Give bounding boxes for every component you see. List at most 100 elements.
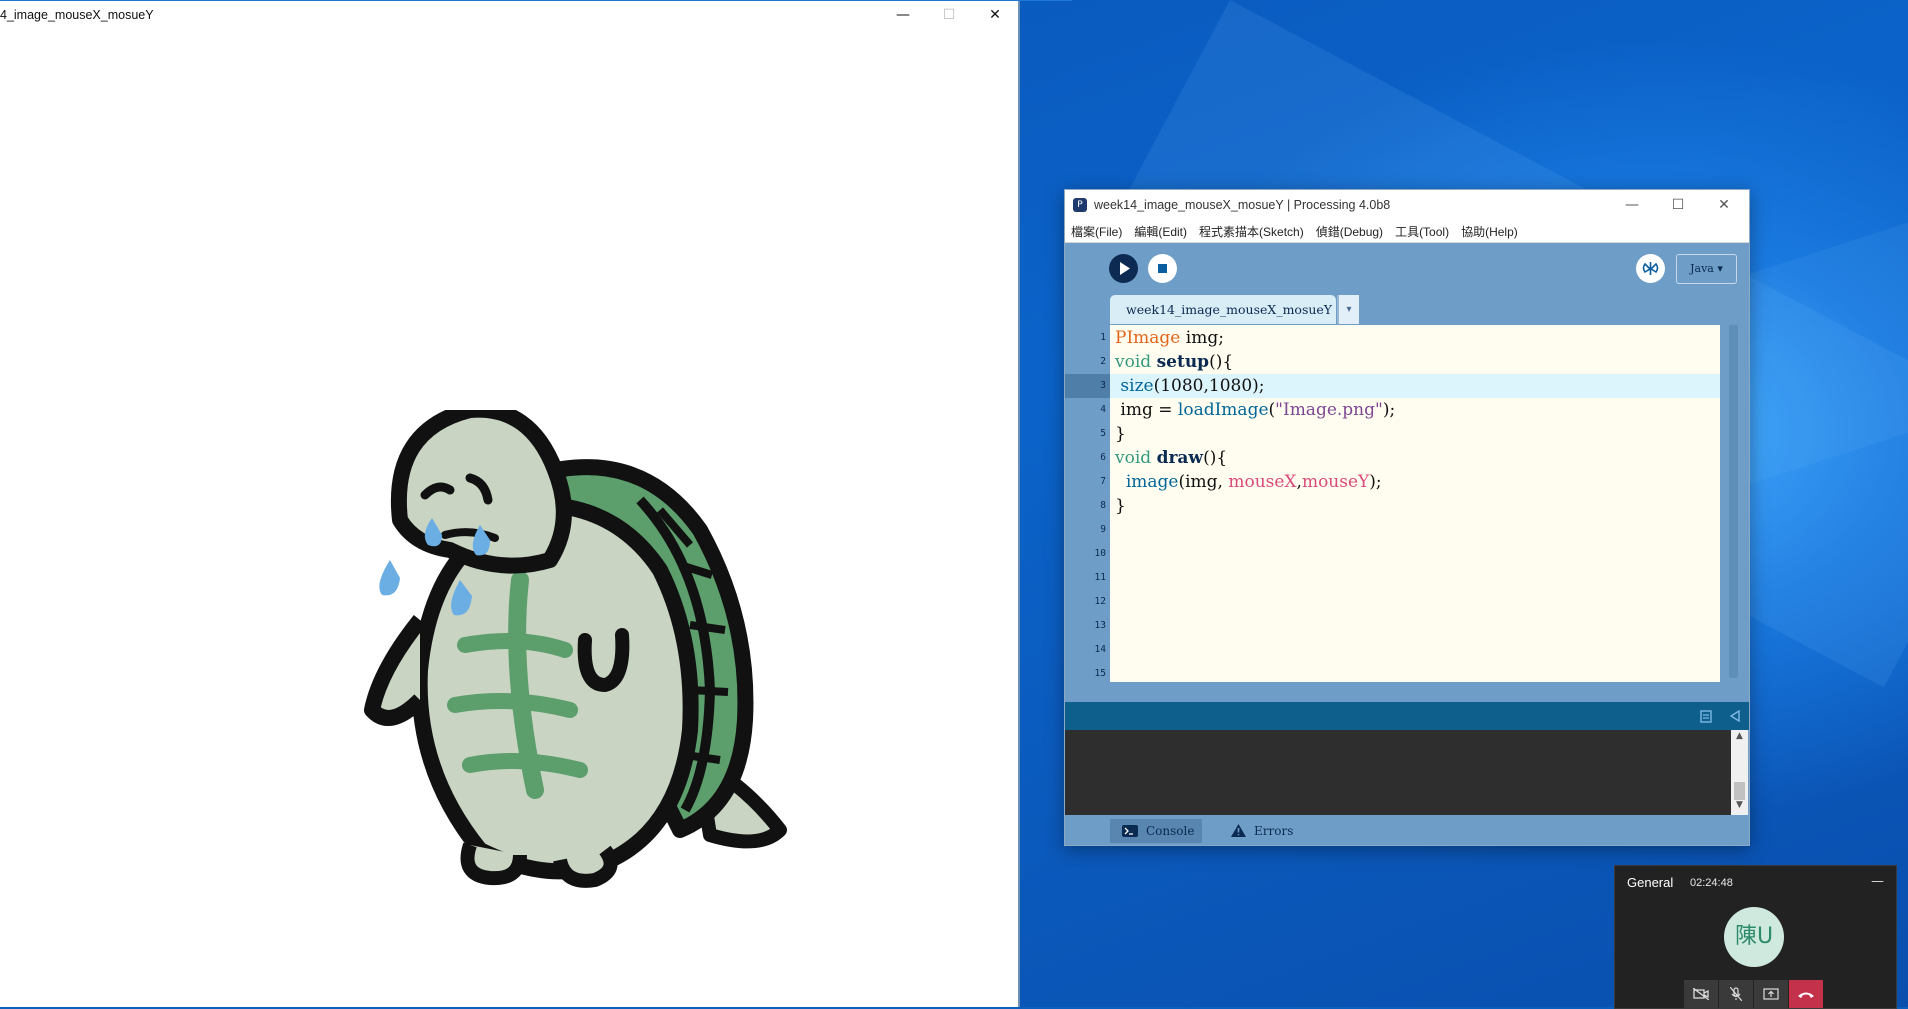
code-token: (1080,1080);	[1153, 376, 1265, 396]
sketch-titlebar[interactable]: 4_image_mouseX_mosueY — ☐ ✕	[0, 0, 1072, 30]
code-token-function: size	[1115, 376, 1154, 396]
terminal-icon	[1122, 824, 1138, 837]
ide-titlebar[interactable]: P week14_image_mouseX_mosueY | Processin…	[1065, 190, 1749, 220]
clipboard-icon[interactable]	[1699, 709, 1713, 723]
ide-toolbar: Java ▾	[1065, 243, 1749, 295]
share-icon	[1763, 988, 1779, 1000]
code-line-4: img = loadImage("Image.png");	[1115, 398, 1395, 422]
scroll-up-arrow-icon[interactable]: ▲	[1731, 731, 1748, 745]
mode-selector[interactable]: Java ▾	[1676, 254, 1737, 284]
code-line-5: }	[1115, 422, 1126, 446]
line-number: 12	[1094, 596, 1106, 607]
menu-sketch[interactable]: 程式素描本(Sketch)	[1193, 220, 1310, 242]
minimize-button[interactable]: —	[880, 0, 926, 30]
menu-debug[interactable]: 偵錯(Debug)	[1310, 220, 1389, 242]
close-button[interactable]: ✕	[972, 0, 1018, 30]
call-channel-name: General	[1627, 875, 1674, 890]
line-number-gutter: 1 2 3 4 5 6 7 8 9 10 11 12 13 14 15	[1065, 325, 1110, 682]
code-line-6: void draw(){	[1115, 446, 1227, 470]
code-token-string: "Image.png"	[1275, 400, 1383, 420]
scrollbar-thumb[interactable]	[1729, 325, 1738, 678]
code-token-function: image	[1125, 472, 1179, 492]
code-token-function: setup	[1156, 352, 1210, 372]
line-number: 15	[1094, 668, 1106, 679]
console-tab-label: Console	[1146, 824, 1195, 838]
ide-window-title: week14_image_mouseX_mosueY | Processing …	[1094, 198, 1391, 212]
line-number: 4	[1100, 404, 1106, 415]
line-number: 7	[1100, 476, 1106, 487]
code-line-8: }	[1115, 494, 1126, 518]
status-bar	[1065, 702, 1749, 730]
code-token-keyword: void	[1115, 352, 1152, 372]
code-token-keyword: void	[1115, 448, 1152, 468]
code-token-type: PImage	[1115, 328, 1181, 348]
code-line-1: PImage img;	[1115, 326, 1224, 350]
close-button[interactable]: ✕	[1701, 190, 1747, 220]
stop-icon	[1158, 264, 1167, 273]
code-token: );	[1369, 472, 1382, 492]
code-token-variable: mouseX	[1228, 472, 1297, 492]
camera-toggle-button[interactable]	[1684, 980, 1718, 1008]
status-icons	[1699, 708, 1741, 723]
code-token-function: loadImage	[1177, 400, 1269, 420]
code-token: }	[1115, 496, 1126, 516]
call-mini-window[interactable]: General 02:24:48 — 陳U	[1614, 865, 1897, 1009]
code-text-area[interactable]: PImage img; void setup(){ size(1080,1080…	[1110, 325, 1720, 682]
minimize-button[interactable]: —	[1609, 190, 1655, 220]
console-scrollbar[interactable]: ▲ ▼	[1731, 730, 1748, 815]
collapse-triangle-icon[interactable]	[1729, 709, 1741, 722]
maximize-button: ☐	[942, 7, 956, 23]
code-token: img;	[1180, 328, 1224, 348]
code-line-7: image(img, mouseX,mouseY);	[1115, 470, 1382, 494]
code-line-2: void setup(){	[1115, 350, 1233, 374]
mic-toggle-button[interactable]	[1719, 980, 1753, 1008]
console-tab-bar: Console Errors	[1065, 815, 1749, 845]
avatar: 陳U	[1724, 907, 1784, 967]
sketch-window-title: 4_image_mouseX_mosueY	[0, 8, 154, 22]
code-token: }	[1115, 424, 1126, 444]
debugger-button[interactable]	[1636, 254, 1665, 283]
line-number: 2	[1100, 356, 1106, 367]
tab-errors[interactable]: Errors	[1219, 819, 1299, 843]
console-scrollbar-thumb[interactable]	[1734, 782, 1745, 800]
butterfly-icon	[1642, 262, 1659, 275]
menu-file[interactable]: 檔案(File)	[1065, 220, 1128, 242]
call-minimize-button[interactable]: —	[1871, 874, 1884, 889]
hang-up-button[interactable]	[1789, 980, 1823, 1008]
console-output[interactable]	[1065, 730, 1731, 815]
line-number: 13	[1094, 620, 1106, 631]
run-button[interactable]	[1109, 254, 1138, 283]
menu-help[interactable]: 協助(Help)	[1455, 220, 1524, 242]
play-icon	[1120, 262, 1130, 275]
menu-edit[interactable]: 編輯(Edit)	[1128, 220, 1193, 242]
line-number: 11	[1094, 572, 1106, 583]
sketch-output-window: 4_image_mouseX_mosueY — ☐ ✕	[0, 0, 1072, 1007]
tab-sketch[interactable]: week14_image_mouseX_mosueY	[1110, 295, 1336, 324]
code-token-variable: mouseY	[1301, 472, 1370, 492]
tab-console[interactable]: Console	[1110, 819, 1202, 843]
code-editor[interactable]: 1 2 3 4 5 6 7 8 9 10 11 12 13 14 15 PIma…	[1065, 325, 1749, 682]
code-token: (img,	[1178, 472, 1229, 492]
code-token: img =	[1115, 400, 1178, 420]
code-token: (){	[1209, 352, 1234, 372]
menu-tool[interactable]: 工具(Tool)	[1389, 220, 1455, 242]
line-number: 5	[1100, 428, 1106, 439]
maximize-button[interactable]: ☐	[1655, 190, 1701, 220]
line-number: 8	[1100, 500, 1106, 511]
line-number: 6	[1100, 452, 1106, 463]
scroll-down-arrow-icon[interactable]: ▼	[1731, 800, 1748, 814]
menu-bar: 檔案(File) 編輯(Edit) 程式素描本(Sketch) 偵錯(Debug…	[1065, 220, 1749, 243]
editor-scrollbar[interactable]	[1725, 325, 1744, 682]
share-screen-button[interactable]	[1754, 980, 1788, 1008]
processing-ide-window: P week14_image_mouseX_mosueY | Processin…	[1064, 189, 1750, 846]
tab-menu-button[interactable]: ▾	[1337, 295, 1359, 324]
mic-off-icon	[1730, 987, 1742, 1001]
sketch-tab-bar: week14_image_mouseX_mosueY ▾	[1065, 295, 1749, 325]
code-line-3: size(1080,1080);	[1115, 374, 1265, 398]
stop-button[interactable]	[1148, 254, 1177, 283]
warning-icon	[1231, 824, 1246, 837]
code-token-function: draw	[1156, 448, 1204, 468]
errors-tab-label: Errors	[1254, 824, 1294, 838]
hang-up-icon	[1798, 992, 1814, 998]
